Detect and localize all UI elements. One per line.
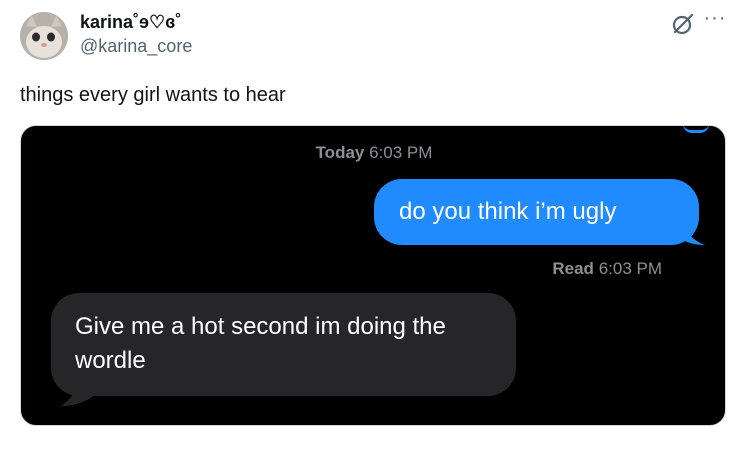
name-row: karina˚ɘ♡ɞ˚ [80,12,181,33]
read-receipt: Read 6:03 PM [552,259,662,279]
read-time: 6:03 PM [598,259,662,278]
sent-message-bubble[interactable]: do you think i’m ugly [374,179,699,245]
more-options-icon[interactable]: ··· [703,8,727,34]
tweet-text: things every girl wants to hear [20,84,286,106]
screenshot-media[interactable]: Today 6:03 PM do you think i’m ugly Read… [20,125,726,426]
received-message-bubble[interactable]: Give me a hot second im doing the wordle [51,293,516,396]
handle[interactable]: @karina_core [80,36,192,57]
display-name[interactable]: karina˚ɘ♡ɞ˚ [80,12,181,33]
timestamp-time: 6:03 PM [369,143,433,162]
scroll-indicator [683,126,709,133]
read-label: Read [552,259,594,278]
avatar[interactable] [20,12,68,60]
timestamp-label: Today [315,143,365,162]
grok-icon[interactable] [671,12,695,36]
timestamp: Today 6:03 PM [21,143,725,163]
